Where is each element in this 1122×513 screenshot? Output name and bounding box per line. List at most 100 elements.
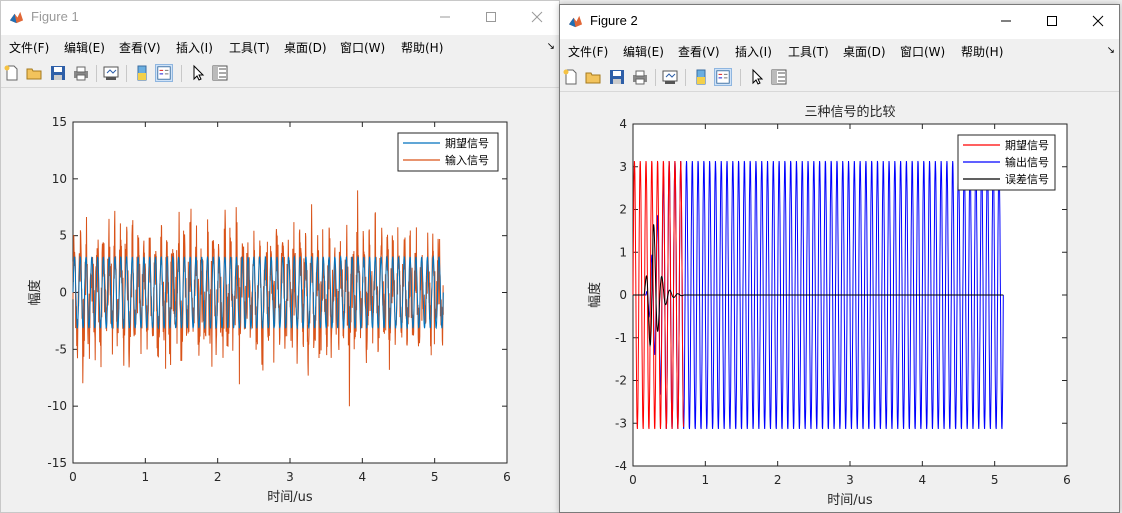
link-plot-icon[interactable] xyxy=(102,64,120,82)
y-tick-label: -15 xyxy=(47,456,67,470)
y-tick-label: -10 xyxy=(47,399,67,413)
legend-icon[interactable] xyxy=(714,68,732,86)
y-tick-label: 3 xyxy=(619,160,627,174)
minimize-icon xyxy=(440,16,450,18)
figure-2-plot[interactable]: 0 1 2 3 4 5 6 4 3 2 1 0 -1 -2 -3 -4 时间/us 幅度 三种信号的比较期望信号输出… xyxy=(560,92,1120,513)
x-tick-label: 2 xyxy=(774,473,782,487)
save-icon[interactable] xyxy=(608,68,626,86)
menu-bar: 文件(F) 编辑(E) 查看(V) 插入(I) 工具(T) 桌面(D) 窗口(W… xyxy=(560,40,1119,62)
x-tick-label: 2 xyxy=(214,470,222,484)
figure-2-window[interactable]: Figure 2 文件(F) 编辑(E) 查看(V) 插入(I) 工具(T) 桌… xyxy=(559,4,1120,513)
close-button[interactable] xyxy=(514,1,559,31)
title-bar[interactable]: Figure 2 xyxy=(560,5,1119,39)
menu-window[interactable]: 窗口(W) xyxy=(340,39,385,56)
y-tick-label: -5 xyxy=(55,342,67,356)
close-icon xyxy=(1092,15,1104,27)
menu-edit[interactable]: 编辑(E) xyxy=(623,43,664,60)
y-axis-label: 幅度 xyxy=(27,279,43,305)
pointer-icon[interactable] xyxy=(748,68,766,86)
toolbar-separator xyxy=(126,65,127,82)
figure-canvas[interactable]: 0 1 2 3 4 5 6 15 10 5 0 -5 -10 -15 时间/us 幅度 期望信号 输入信号 xyxy=(1,88,559,512)
x-tick-label: 0 xyxy=(69,470,77,484)
menu-view[interactable]: 查看(V) xyxy=(119,39,161,56)
y-tick-label: 5 xyxy=(59,229,67,243)
x-tick-label: 4 xyxy=(359,470,367,484)
menu-edit[interactable]: 编辑(E) xyxy=(64,39,105,56)
legend-label: 期望信号 xyxy=(1005,139,1049,152)
property-editor-icon[interactable] xyxy=(770,68,788,86)
legend-label: 期望信号 xyxy=(445,137,489,150)
menu-file[interactable]: 文件(F) xyxy=(568,43,608,60)
menu-desktop[interactable]: 桌面(D) xyxy=(284,39,327,56)
maximize-icon xyxy=(486,12,496,22)
legend-label: 输入信号 xyxy=(445,153,489,167)
x-tick-label: 6 xyxy=(1063,473,1071,487)
minimize-button[interactable] xyxy=(983,5,1029,35)
minimize-button[interactable] xyxy=(422,1,468,31)
x-tick-label: 5 xyxy=(991,473,999,487)
menu-window[interactable]: 窗口(W) xyxy=(900,43,945,60)
close-button[interactable] xyxy=(1075,5,1119,35)
x-axis-label: 时间/us xyxy=(827,493,873,508)
matlab-icon xyxy=(568,15,583,28)
colorbar-icon[interactable] xyxy=(692,68,710,86)
title-bar[interactable]: Figure 1 xyxy=(1,1,559,35)
open-file-icon[interactable] xyxy=(584,68,602,86)
legend-label: 输出信号 xyxy=(1005,155,1049,169)
y-tick-label: 10 xyxy=(52,172,67,186)
x-axis-label: 时间/us xyxy=(267,490,313,505)
menu-desktop[interactable]: 桌面(D) xyxy=(843,43,886,60)
open-file-icon[interactable] xyxy=(25,64,43,82)
y-axis-label: 幅度 xyxy=(587,282,603,308)
property-editor-icon[interactable] xyxy=(211,64,229,82)
menu-insert[interactable]: 插入(I) xyxy=(176,39,213,56)
y-tick-label: 15 xyxy=(52,115,67,129)
figure-1-window[interactable]: Figure 1 文件(F) 编辑(E) 查看(V) 插入(I) 工具(T) 桌… xyxy=(0,0,560,513)
window-title: Figure 1 xyxy=(31,9,79,24)
x-tick-label: 4 xyxy=(919,473,927,487)
y-tick-label: 0 xyxy=(619,288,627,302)
save-icon[interactable] xyxy=(49,64,67,82)
print-icon[interactable] xyxy=(72,64,90,82)
legend-icon[interactable] xyxy=(155,64,173,82)
pointer-icon[interactable] xyxy=(189,64,207,82)
close-icon xyxy=(531,11,543,23)
menu-help[interactable]: 帮助(H) xyxy=(401,39,443,56)
menu-view[interactable]: 查看(V) xyxy=(678,43,720,60)
maximize-button[interactable] xyxy=(1029,5,1075,35)
maximize-button[interactable] xyxy=(468,1,514,31)
new-figure-icon[interactable] xyxy=(3,64,21,82)
toolbar-separator xyxy=(655,69,656,86)
chart-title: 三种信号的比较 xyxy=(804,104,895,120)
new-figure-icon[interactable] xyxy=(562,68,580,86)
y-tick-label: -4 xyxy=(615,459,627,473)
toolbar xyxy=(1,61,559,88)
menu-overflow-icon[interactable]: ↘ xyxy=(1107,45,1115,56)
toolbar xyxy=(560,65,1119,92)
toolbar-separator xyxy=(181,65,182,82)
x-tick-label: 1 xyxy=(702,473,710,487)
menu-tools[interactable]: 工具(T) xyxy=(788,43,829,60)
y-tick-label: -3 xyxy=(615,416,627,430)
menu-overflow-icon[interactable]: ↘ xyxy=(547,41,555,52)
y-tick-label: -1 xyxy=(615,331,627,345)
menu-help[interactable]: 帮助(H) xyxy=(961,43,1003,60)
y-tick-label: 1 xyxy=(619,245,627,259)
link-plot-icon[interactable] xyxy=(661,68,679,86)
figure-1-plot[interactable]: 0 1 2 3 4 5 6 15 10 5 0 -5 -10 -15 时间/us 幅度 期望信号输入信号 xyxy=(1,88,560,513)
menu-file[interactable]: 文件(F) xyxy=(9,39,49,56)
x-tick-label: 6 xyxy=(503,470,511,484)
x-tick-label: 5 xyxy=(431,470,439,484)
minimize-icon xyxy=(1001,20,1011,22)
toolbar-separator xyxy=(740,69,741,86)
window-title: Figure 2 xyxy=(590,13,638,28)
colorbar-icon[interactable] xyxy=(133,64,151,82)
x-tick-label: 1 xyxy=(142,470,150,484)
menu-tools[interactable]: 工具(T) xyxy=(229,39,270,56)
print-icon[interactable] xyxy=(631,68,649,86)
x-tick-label: 3 xyxy=(846,473,854,487)
menu-insert[interactable]: 插入(I) xyxy=(735,43,772,60)
toolbar-separator xyxy=(96,65,97,82)
toolbar-separator xyxy=(685,69,686,86)
figure-canvas[interactable]: 0 1 2 3 4 5 6 4 3 2 1 0 -1 -2 -3 -4 时间/us 幅度 三种信号的比较 期望信号 输出… xyxy=(560,92,1119,512)
